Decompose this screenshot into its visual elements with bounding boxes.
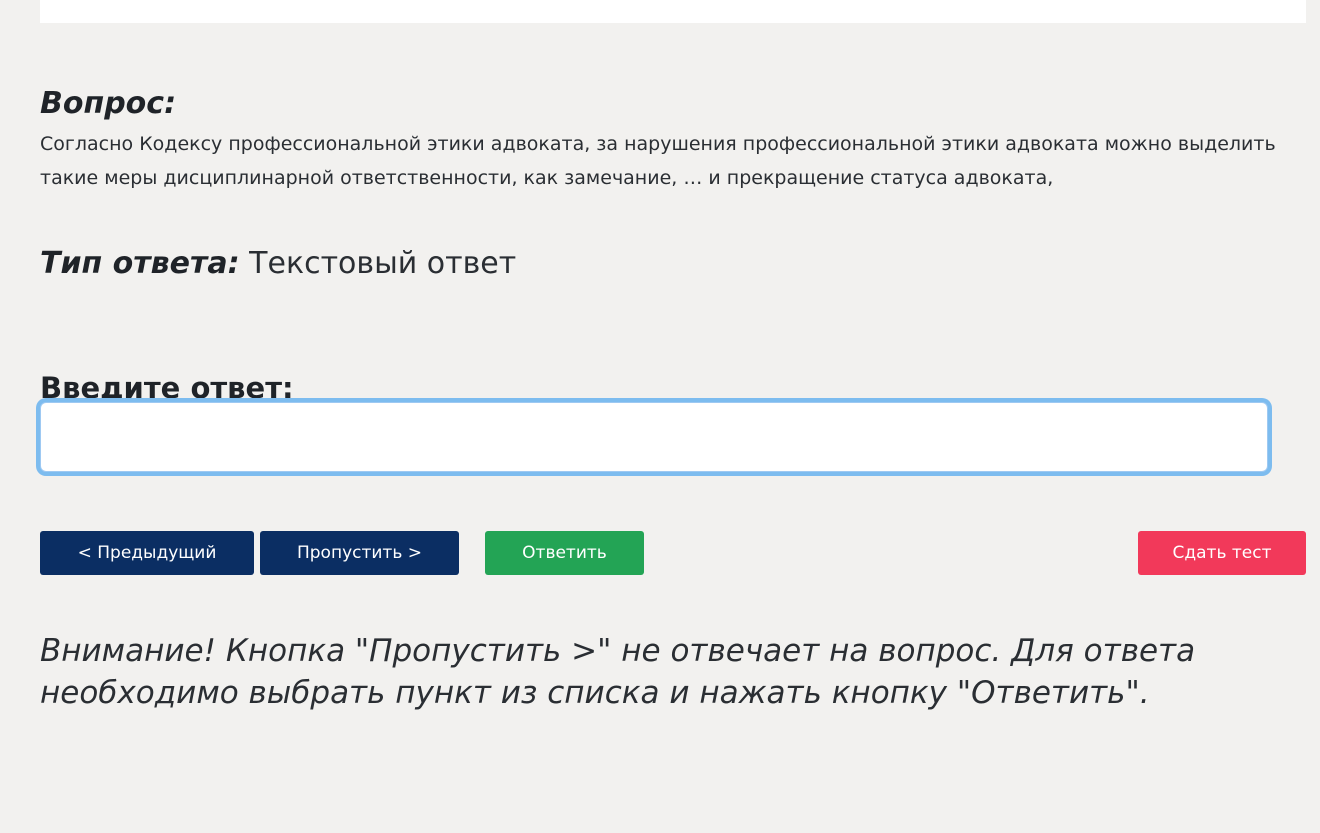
submit-test-button[interactable]: Сдать тест [1138,531,1306,575]
previous-button[interactable]: < Предыдущий [40,531,254,575]
answer-type-row: Тип ответа: Текстовый ответ [40,244,516,284]
answer-type-label: Тип ответа: [40,246,240,281]
question-text: Согласно Кодексу профессиональной этики … [40,133,1276,189]
question-label: Вопрос: [40,86,177,121]
warning-text: Внимание! Кнопка "Пропустить >" не отвеч… [40,633,1196,711]
skip-button[interactable]: Пропустить > [260,531,459,575]
answer-button[interactable]: Ответить [485,531,644,575]
answer-input[interactable] [40,402,1268,472]
top-card [40,0,1306,23]
answer-type-value: Текстовый ответ [249,246,517,281]
